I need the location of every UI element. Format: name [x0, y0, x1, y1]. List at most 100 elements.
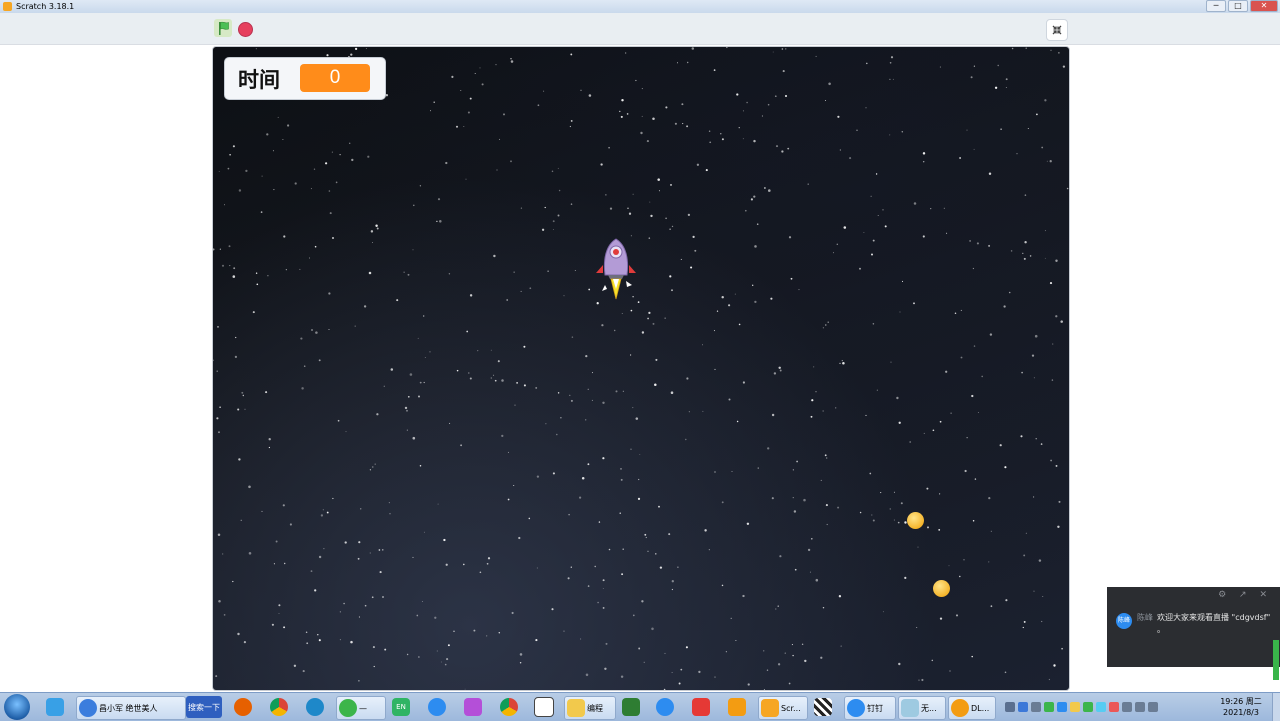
- star: [738, 323, 741, 326]
- tray-icon[interactable]: [1031, 702, 1041, 712]
- star: [792, 469, 794, 471]
- taskbar-input-method[interactable]: EN: [390, 696, 414, 718]
- star: [474, 72, 476, 75]
- star: [404, 406, 408, 410]
- fullscreen-button[interactable]: [1046, 19, 1068, 41]
- star: [213, 359, 214, 362]
- taskbar-folder-window[interactable]: 编程: [564, 696, 616, 720]
- star: [498, 632, 501, 634]
- flag-icon[interactable]: [1122, 702, 1132, 712]
- stage[interactable]: 时间 0: [212, 46, 1070, 691]
- star: [620, 468, 622, 470]
- taskbar-app-orange[interactable]: [726, 696, 750, 718]
- tray-icon[interactable]: [1070, 702, 1080, 712]
- stop-button[interactable]: [238, 22, 253, 37]
- star: [585, 673, 589, 677]
- star: [781, 48, 784, 50]
- star: [1042, 596, 1044, 597]
- star: [822, 606, 825, 609]
- taskbar-app-green[interactable]: [620, 696, 644, 718]
- close-button[interactable]: ✕: [1250, 0, 1278, 12]
- taskbar-app-s[interactable]: [690, 696, 714, 718]
- start-button[interactable]: [4, 694, 30, 720]
- taskbar-app-window[interactable]: —: [336, 696, 386, 720]
- star: [449, 422, 451, 424]
- taskbar-feather[interactable]: [654, 696, 678, 718]
- star: [946, 232, 948, 234]
- star: [796, 460, 798, 463]
- network-icon[interactable]: [1044, 702, 1054, 712]
- star: [705, 169, 708, 172]
- star: [248, 485, 251, 489]
- star: [686, 377, 689, 380]
- star: [571, 336, 574, 338]
- display-icon[interactable]: [1148, 702, 1158, 712]
- star: [490, 377, 492, 379]
- help-icon[interactable]: [1018, 702, 1028, 712]
- tray-icon[interactable]: [1096, 702, 1106, 712]
- star: [520, 290, 522, 292]
- star: [448, 273, 451, 275]
- tray-icon[interactable]: [1005, 702, 1015, 712]
- star: [1029, 255, 1032, 257]
- star: [692, 235, 695, 239]
- star: [493, 374, 495, 376]
- star: [238, 458, 241, 461]
- taskbar-dingtalk[interactable]: [426, 696, 450, 718]
- panda-icon: [534, 697, 554, 717]
- ie-icon: [79, 699, 97, 717]
- star: [326, 511, 329, 514]
- volume-icon[interactable]: [1135, 702, 1145, 712]
- star: [901, 280, 904, 282]
- star: [219, 406, 221, 408]
- star: [649, 201, 651, 203]
- star: [436, 220, 438, 223]
- variable-value: 0: [300, 64, 370, 92]
- taskbar-browser-window[interactable]: 昌小军 绝世美人: [76, 696, 186, 720]
- coin-sprite[interactable]: [933, 580, 950, 597]
- tray-icon[interactable]: [1109, 702, 1119, 712]
- star: [714, 471, 716, 473]
- star: [896, 396, 899, 400]
- tray-icon[interactable]: [1057, 702, 1067, 712]
- star: [763, 689, 765, 690]
- taskbar-chrome-2[interactable]: [498, 696, 522, 718]
- star: [543, 90, 545, 92]
- star: [1040, 443, 1043, 445]
- star: [691, 47, 695, 50]
- taskbar-dingtalk-window[interactable]: 钉钉: [844, 696, 896, 720]
- popup-controls[interactable]: ⚙ ↗ ✕: [1218, 590, 1272, 600]
- star: [557, 167, 559, 169]
- taskbar-qr-app[interactable]: [812, 696, 838, 718]
- maximize-button[interactable]: □: [1228, 0, 1248, 12]
- star: [591, 399, 593, 401]
- star: [421, 601, 423, 602]
- shield-icon[interactable]: [1083, 702, 1093, 712]
- star: [570, 566, 572, 568]
- minimize-button[interactable]: ─: [1206, 0, 1226, 12]
- star: [443, 538, 446, 542]
- taskbar-notepad-window[interactable]: 无...: [898, 696, 946, 720]
- star: [570, 399, 573, 402]
- star: [785, 48, 787, 50]
- star: [648, 311, 651, 315]
- taskbar-panda-app[interactable]: [532, 696, 558, 718]
- taskbar-scratch-window[interactable]: Scr...: [758, 696, 808, 720]
- coin-sprite[interactable]: [907, 512, 924, 529]
- taskbar-dl-window[interactable]: DL...: [948, 696, 996, 720]
- taskbar-firefox[interactable]: [232, 696, 256, 718]
- star: [1024, 241, 1027, 244]
- star: [523, 384, 526, 387]
- taskbar-edge[interactable]: [304, 696, 328, 718]
- taskbar-search-button[interactable]: 搜索一下: [186, 696, 222, 718]
- system-tray[interactable]: [1005, 697, 1205, 717]
- rocket-sprite[interactable]: [593, 237, 641, 303]
- show-desktop-button[interactable]: [1272, 693, 1280, 721]
- star: [1004, 466, 1007, 469]
- taskbar-chrome[interactable]: [268, 696, 292, 718]
- taskbar-app[interactable]: [462, 696, 486, 718]
- taskbar-clock[interactable]: 19:26 周二 2021/8/3: [1215, 696, 1267, 718]
- green-flag-button[interactable]: [214, 19, 232, 37]
- star: [640, 131, 643, 135]
- taskbar-app-chat[interactable]: [44, 696, 70, 718]
